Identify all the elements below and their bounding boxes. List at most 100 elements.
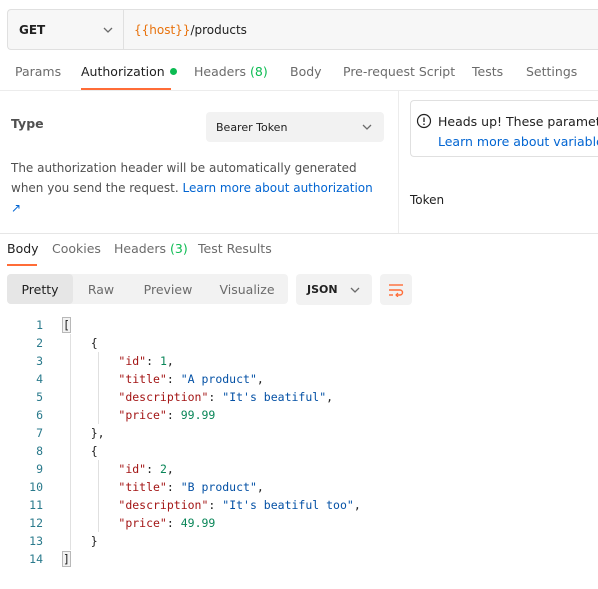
line-number: 4 <box>36 372 43 386</box>
tab-pre-request-script[interactable]: Pre-request Script <box>343 64 455 90</box>
wrap-lines-button[interactable] <box>380 274 412 305</box>
callout-title: Heads up! These parameters <box>438 114 598 129</box>
code-text: } <box>63 532 98 550</box>
code-token: : <box>146 462 160 476</box>
indent-guide <box>70 334 71 550</box>
code-text: "description": "It's beatiful", <box>63 388 333 406</box>
type-label: Type <box>11 116 44 131</box>
code-text: "price": 99.99 <box>63 406 215 424</box>
tab-response-body[interactable]: Body <box>7 241 39 266</box>
view-mode-label: Raw <box>87 281 115 297</box>
divider <box>0 233 598 234</box>
code-text: "title": "B product", <box>63 478 263 496</box>
code-text: "id": 1, <box>63 352 174 370</box>
code-token: "description" <box>118 390 209 404</box>
auth-type-value: Bearer Token <box>216 120 288 134</box>
code-token: } <box>63 534 98 548</box>
code-token: : <box>166 480 181 494</box>
code-token: [ <box>62 317 71 333</box>
code-token: : <box>146 354 160 368</box>
code-text: { <box>63 334 98 352</box>
line-number: 7 <box>36 426 43 440</box>
pretty-button[interactable]: Pretty <box>7 274 73 304</box>
raw-button[interactable]: Raw <box>73 274 129 304</box>
code-token: 1 <box>159 354 167 368</box>
indent-guide <box>98 460 99 532</box>
chevron-down-icon <box>350 287 360 293</box>
tab-headers[interactable]: Headers (8) <box>194 64 268 90</box>
tab-label: Body <box>7 241 39 256</box>
code-text: ] <box>62 550 71 568</box>
line-number: 1 <box>36 318 43 332</box>
tab-label: Headers <box>194 64 247 79</box>
code-line: 5 "description": "It's beatiful", <box>0 388 598 406</box>
auth-type-select[interactable]: Bearer Token <box>206 112 384 142</box>
line-number: 10 <box>29 480 43 494</box>
code-token: "It's beatiful too" <box>222 498 354 512</box>
preview-button[interactable]: Preview <box>129 274 207 304</box>
code-token: { <box>63 336 98 350</box>
line-number: 6 <box>36 408 43 422</box>
code-line: 3 "id": 1, <box>0 352 598 370</box>
code-token: : <box>208 390 223 404</box>
code-line: 9 "id": 2, <box>0 460 598 478</box>
tab-label: Tests <box>472 64 504 79</box>
code-text: "id": 2, <box>63 460 173 478</box>
tab-label: Headers <box>114 241 167 256</box>
tab-label: Body <box>290 64 322 79</box>
authorization-panel: Type Bearer Token The authorization head… <box>0 91 398 233</box>
url-input[interactable]: {{host}}/products <box>124 10 598 49</box>
tab-cookies[interactable]: Cookies <box>52 241 101 266</box>
chevron-down-icon <box>362 124 372 130</box>
tab-tests[interactable]: Tests <box>472 64 503 90</box>
code-token: 2 <box>159 462 167 476</box>
auth-description: The authorization header will be automat… <box>11 158 386 218</box>
tab-body[interactable]: Body <box>290 64 322 90</box>
view-mode-label: Pretty <box>21 281 59 297</box>
chevron-down-icon <box>103 27 113 33</box>
code-line: 14] <box>0 550 598 568</box>
code-token: "title" <box>118 480 167 494</box>
code-line: 7 }, <box>0 424 598 442</box>
view-mode-label: Visualize <box>219 281 275 297</box>
tab-label: Pre-request Script <box>343 64 456 79</box>
code-line: 10 "title": "B product", <box>0 478 598 496</box>
wrap-lines-icon <box>389 283 404 297</box>
tab-label: Test Results <box>198 241 272 256</box>
variables-callout: Heads up! These parameters Learn more ab… <box>410 100 598 157</box>
code-token: 99.99 <box>180 408 216 422</box>
tab-response-headers[interactable]: Headers (3) <box>114 241 188 266</box>
code-token: "price" <box>118 516 167 530</box>
tab-settings[interactable]: Settings <box>526 64 577 90</box>
code-line: 6 "price": 99.99 <box>0 406 598 424</box>
token-label: Token <box>410 193 445 207</box>
tab-label: Authorization <box>81 64 165 79</box>
indent-guide <box>98 352 99 424</box>
code-line: 2 { <box>0 334 598 352</box>
code-line: 4 "title": "A product", <box>0 370 598 388</box>
line-number: 2 <box>36 336 43 350</box>
divider <box>398 91 399 233</box>
method-select[interactable]: GET <box>8 10 124 49</box>
line-number: 8 <box>36 444 43 458</box>
tab-params[interactable]: Params <box>15 64 61 90</box>
code-token: "B product" <box>180 480 257 494</box>
tab-authorization[interactable]: Authorization <box>81 64 177 90</box>
line-number: 3 <box>36 354 43 368</box>
format-select[interactable]: JSON <box>296 274 372 305</box>
view-mode-label: Preview <box>143 281 193 297</box>
url-path: /products <box>190 22 247 37</box>
line-number: 13 <box>29 534 43 548</box>
format-value: JSON <box>307 283 338 296</box>
code-token: , <box>166 354 174 368</box>
learn-more-variables-link[interactable]: Learn more about variables <box>438 134 598 149</box>
request-bar: GET {{host}}/products <box>7 9 598 50</box>
tab-test-results[interactable]: Test Results <box>198 241 272 266</box>
visualize-button[interactable]: Visualize <box>207 274 287 304</box>
